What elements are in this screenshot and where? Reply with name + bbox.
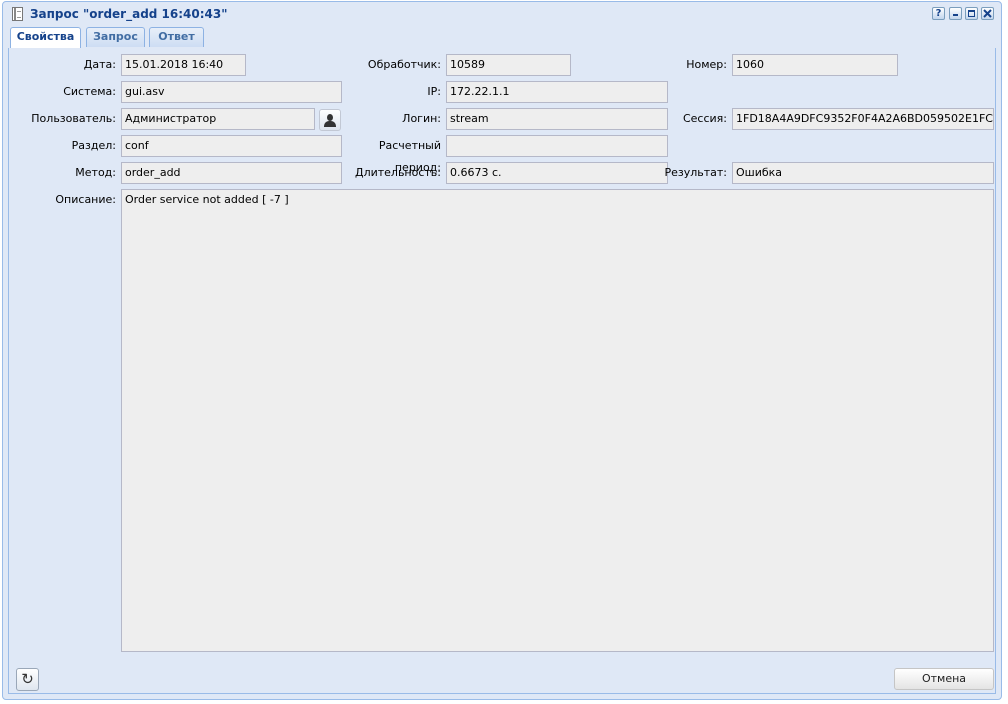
refresh-icon: ↻ bbox=[21, 670, 34, 688]
refresh-button[interactable]: ↻ bbox=[16, 668, 39, 691]
description-textarea[interactable]: Order service not added [ -7 ] bbox=[121, 189, 994, 652]
handler-label: Обработчик: bbox=[367, 58, 441, 71]
method-field[interactable]: order_add bbox=[121, 162, 342, 184]
number-label: Номер: bbox=[686, 58, 727, 71]
period-field[interactable] bbox=[446, 135, 668, 157]
tab-properties[interactable]: Свойства bbox=[10, 27, 81, 49]
close-icon[interactable] bbox=[981, 7, 994, 20]
result-field[interactable]: Ошибка bbox=[732, 162, 994, 184]
system-field[interactable]: gui.asv bbox=[121, 81, 342, 103]
duration-field[interactable]: 0.6673 с. bbox=[446, 162, 668, 184]
tab-strip: Свойства Запрос Ответ bbox=[8, 26, 996, 49]
cancel-button[interactable]: Отмена bbox=[894, 668, 994, 690]
duration-label: Длительность: bbox=[354, 166, 441, 179]
system-label: Система: bbox=[63, 85, 116, 98]
document-icon bbox=[12, 7, 23, 21]
date-label: Дата: bbox=[83, 58, 116, 71]
handler-field[interactable]: 10589 bbox=[446, 54, 571, 76]
help-icon[interactable]: ? bbox=[932, 7, 945, 20]
result-label: Результат: bbox=[664, 166, 727, 179]
window-titlebar[interactable]: Запрос "order_add 16:40:43" ? bbox=[3, 2, 1001, 26]
section-label: Раздел: bbox=[71, 139, 116, 152]
method-label: Метод: bbox=[75, 166, 116, 179]
login-field[interactable]: stream bbox=[446, 108, 668, 130]
request-window: Запрос "order_add 16:40:43" ? Свойства З… bbox=[2, 1, 1002, 700]
user-field[interactable]: Администратор bbox=[121, 108, 315, 130]
number-field[interactable]: 1060 bbox=[732, 54, 898, 76]
ip-field[interactable]: 172.22.1.1 bbox=[446, 81, 668, 103]
description-label: Описание: bbox=[55, 193, 116, 206]
minimize-icon[interactable] bbox=[949, 7, 962, 20]
section-field[interactable]: conf bbox=[121, 135, 342, 157]
date-field[interactable]: 15.01.2018 16:40 bbox=[121, 54, 246, 76]
session-label: Сессия: bbox=[682, 112, 727, 125]
window-title: Запрос "order_add 16:40:43" bbox=[30, 7, 228, 21]
maximize-icon[interactable] bbox=[965, 7, 978, 20]
tab-response[interactable]: Ответ bbox=[149, 27, 204, 47]
session-field[interactable]: 1FD18A4A9DFC9352F0F4A2A6BD059502E1FCE0A2 bbox=[732, 108, 994, 130]
tab-request[interactable]: Запрос bbox=[86, 27, 145, 47]
user-label: Пользователь: bbox=[31, 112, 116, 125]
login-label: Логин: bbox=[402, 112, 441, 125]
period-label: Расчетный период: bbox=[378, 139, 441, 174]
ip-label: IP: bbox=[427, 85, 441, 98]
